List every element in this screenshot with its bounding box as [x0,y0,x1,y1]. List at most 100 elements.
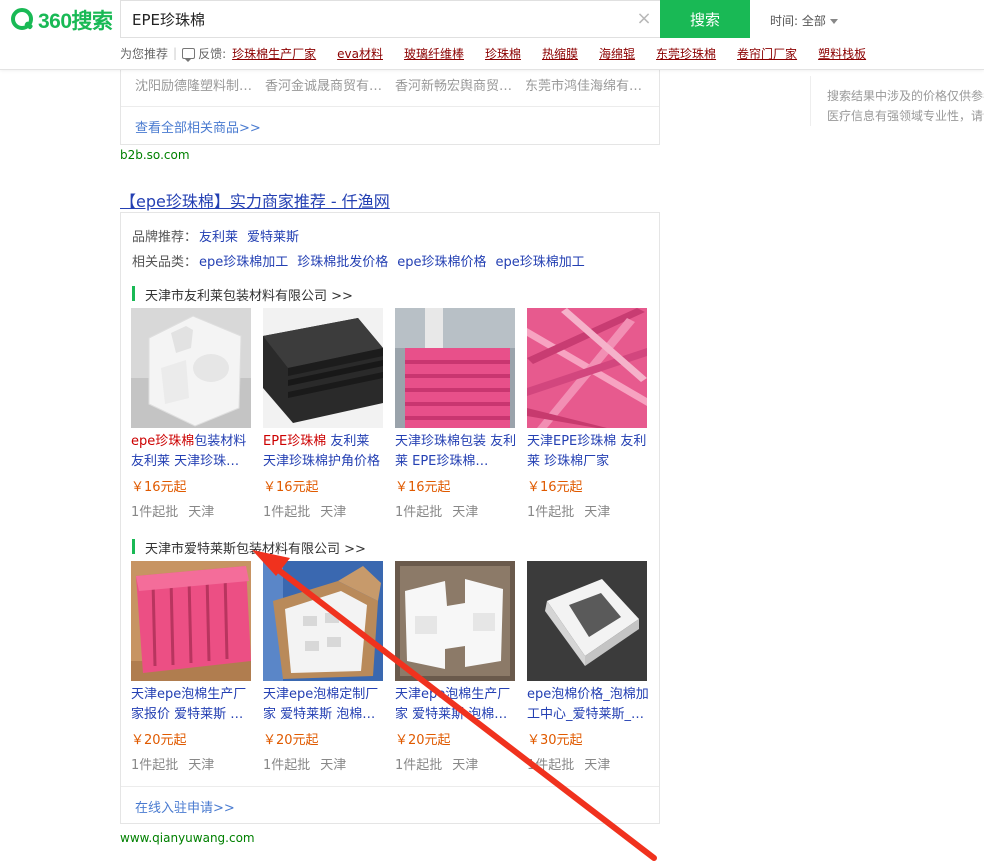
logo-q-icon [11,8,33,30]
company-link[interactable]: 香河新畅宏舆商贸… [395,75,525,94]
product-title-text: 天津epe泡棉定制厂家 爱特莱斯 泡棉… [263,687,379,722]
product-price: ￥20元起 [395,733,451,748]
product-title-link[interactable]: 天津epe泡棉生产厂家报价 爱特莱斯 … [131,685,253,725]
feedback-button[interactable]: 反馈: [182,45,226,62]
disclaimer-line: 医疗信息有强领域专业性，请谨慎甄别 [827,109,984,123]
product-title-text: epe泡棉价格_泡棉加工中心_爱特莱斯_… [527,687,649,722]
recommendation-link[interactable]: 珍珠棉生产厂家 [232,45,316,62]
product-location: 天津 [452,505,479,520]
search-button[interactable]: 搜索 [660,0,750,38]
product-price: ￥16元起 [527,480,583,495]
category-link[interactable]: epe珍珠棉加工 [496,251,585,270]
product-image[interactable] [527,561,647,681]
product-moq: 1件起批 [527,505,575,520]
company-link[interactable]: 东莞市鸿佳海绵有… [525,75,655,94]
company-section-link[interactable]: 天津市爱特莱斯包装材料有限公司 >> [132,538,366,557]
category-link[interactable]: epe珍珠棉加工 [199,251,288,270]
company-section-link[interactable]: 天津市友利莱包装材料有限公司 >> [132,285,353,304]
search-header: 360搜索 × 搜索 时间: 全部 为您推荐 | 反馈: 珍珠棉生产厂家 eva… [0,0,984,70]
source-url: www.qianyuwang.com [120,831,255,845]
product-title-link[interactable]: epe珍珠棉包装材料友利莱 天津珍珠… [131,432,253,472]
logo[interactable]: 360搜索 [10,7,113,33]
product-price: ￥20元起 [131,733,187,748]
view-all-products-link[interactable]: 查看全部相关商品>> [135,117,261,136]
company-link[interactable]: 香河金诚晟商贸有… [265,75,395,94]
search-box: × [120,0,660,38]
feedback-label: 反馈: [198,46,227,61]
product-meta: 1件起批 天津 [395,754,517,773]
divider [121,786,659,787]
product-image[interactable] [263,308,383,428]
product-title-highlight: epe珍珠棉 [131,434,195,449]
product-moq: 1件起批 [263,505,311,520]
product-meta: 1件起批 天津 [263,754,385,773]
category-row: 相关品类： epe珍珠棉加工 珍珠棉批发价格 epe珍珠棉价格 epe珍珠棉加工 [132,251,585,270]
product-title-text: 天津EPE珍珠棉 友利莱 珍珠棉厂家 [527,434,647,469]
product-title-link[interactable]: epe泡棉价格_泡棉加工中心_爱特莱斯_… [527,685,649,725]
result-title-link[interactable]: 【epe珍珠棉】实力商家推荐 - 仟渔网 [120,188,390,212]
product-card: EPE珍珠棉 友利莱 天津珍珠棉护角价格 ￥16元起 1件起批 天津 [263,308,385,520]
b2b-products-card: 沈阳励德隆塑料制… 香河金诚晟商贸有… 香河新畅宏舆商贸… 东莞市鸿佳海绵有… … [120,64,660,145]
product-location: 天津 [320,758,347,773]
product-price: ￥20元起 [263,733,319,748]
disclaimer-line: 搜索结果中涉及的价格仅供参考 [827,89,984,103]
recommendation-link[interactable]: 东莞珍珠棉 [656,45,716,62]
product-location: 天津 [584,758,611,773]
product-card: epe珍珠棉包装材料友利莱 天津珍珠… ￥16元起 1件起批 天津 [131,308,253,520]
product-location: 天津 [320,505,347,520]
product-image[interactable] [527,308,647,428]
logo-text: 360搜索 [38,10,113,33]
product-title-link[interactable]: 天津epe泡棉定制厂家 爱特莱斯 泡棉… [263,685,385,725]
brand-link[interactable]: 友利莱 [199,226,238,245]
category-link[interactable]: 珍珠棉批发价格 [297,251,388,270]
recommend-label: 为您推荐 [120,46,169,61]
recommendation-link[interactable]: 海绵辊 [599,45,635,62]
product-price: ￥16元起 [131,480,187,495]
product-title-text: 天津珍珠棉包装 友利莱 EPE珍珠棉… [395,434,517,469]
product-title-link[interactable]: 天津epe泡棉生产厂家 爱特莱斯 泡棉… [395,685,517,725]
product-location: 天津 [584,505,611,520]
product-moq: 1件起批 [263,758,311,773]
recommendation-link[interactable]: 卷帘门厂家 [737,45,797,62]
product-meta: 1件起批 天津 [263,501,385,520]
product-image[interactable] [263,561,383,681]
product-price: ￥30元起 [527,733,583,748]
product-image[interactable] [395,308,515,428]
product-title-highlight: EPE珍珠棉 [263,434,327,449]
product-moq: 1件起批 [395,758,443,773]
product-image[interactable] [395,561,515,681]
product-meta: 1件起批 天津 [395,501,517,520]
product-image[interactable] [131,561,251,681]
product-title-link[interactable]: EPE珍珠棉 友利莱 天津珍珠棉护角价格 [263,432,385,472]
product-card: 天津epe泡棉生产厂家 爱特莱斯 泡棉… ￥20元起 1件起批 天津 [395,561,517,773]
product-moq: 1件起批 [131,505,179,520]
product-title-link[interactable]: 天津珍珠棉包装 友利莱 EPE珍珠棉… [395,432,517,472]
product-card: 天津epe泡棉定制厂家 爱特莱斯 泡棉… ￥20元起 1件起批 天津 [263,561,385,773]
product-title-text: 天津epe泡棉生产厂家报价 爱特莱斯 … [131,687,247,722]
result-card: 品牌推荐： 友利莱 爱特莱斯 相关品类： epe珍珠棉加工 珍珠棉批发价格 ep… [120,212,660,824]
join-application-link[interactable]: 在线入驻申请>> [135,797,235,816]
company-row: 沈阳励德隆塑料制… 香河金诚晟商贸有… 香河新畅宏舆商贸… 东莞市鸿佳海绵有… [135,75,655,94]
product-meta: 1件起批 天津 [131,754,253,773]
recommendation-link[interactable]: 珍珠棉 [485,45,521,62]
time-filter-dropdown[interactable]: 时间: 全部 [770,12,838,29]
product-meta: 1件起批 天津 [527,754,649,773]
product-card: epe泡棉价格_泡棉加工中心_爱特莱斯_… ￥30元起 1件起批 天津 [527,561,649,773]
brand-link[interactable]: 爱特莱斯 [247,226,299,245]
recommendation-link[interactable]: 玻璃纤维棒 [404,45,464,62]
company-link[interactable]: 沈阳励德隆塑料制… [135,75,265,94]
product-title-link[interactable]: 天津EPE珍珠棉 友利莱 珍珠棉厂家 [527,432,649,472]
category-link[interactable]: epe珍珠棉价格 [397,251,486,270]
category-label: 相关品类： [132,255,198,270]
recommendation-bar: 为您推荐 | 反馈: 珍珠棉生产厂家 eva材料 玻璃纤维棒 珍珠棉 热缩膜 海… [120,44,866,62]
recommendation-link[interactable]: 热缩膜 [542,45,578,62]
recommendation-link[interactable]: 塑料栈板 [818,45,866,62]
product-image[interactable] [131,308,251,428]
search-input[interactable] [121,1,660,37]
recommendation-link[interactable]: eva材料 [337,45,383,62]
clear-icon[interactable]: × [636,10,652,28]
product-moq: 1件起批 [131,758,179,773]
product-location: 天津 [452,758,479,773]
product-moq: 1件起批 [527,758,575,773]
brand-row: 品牌推荐： 友利莱 爱特莱斯 [132,226,299,245]
